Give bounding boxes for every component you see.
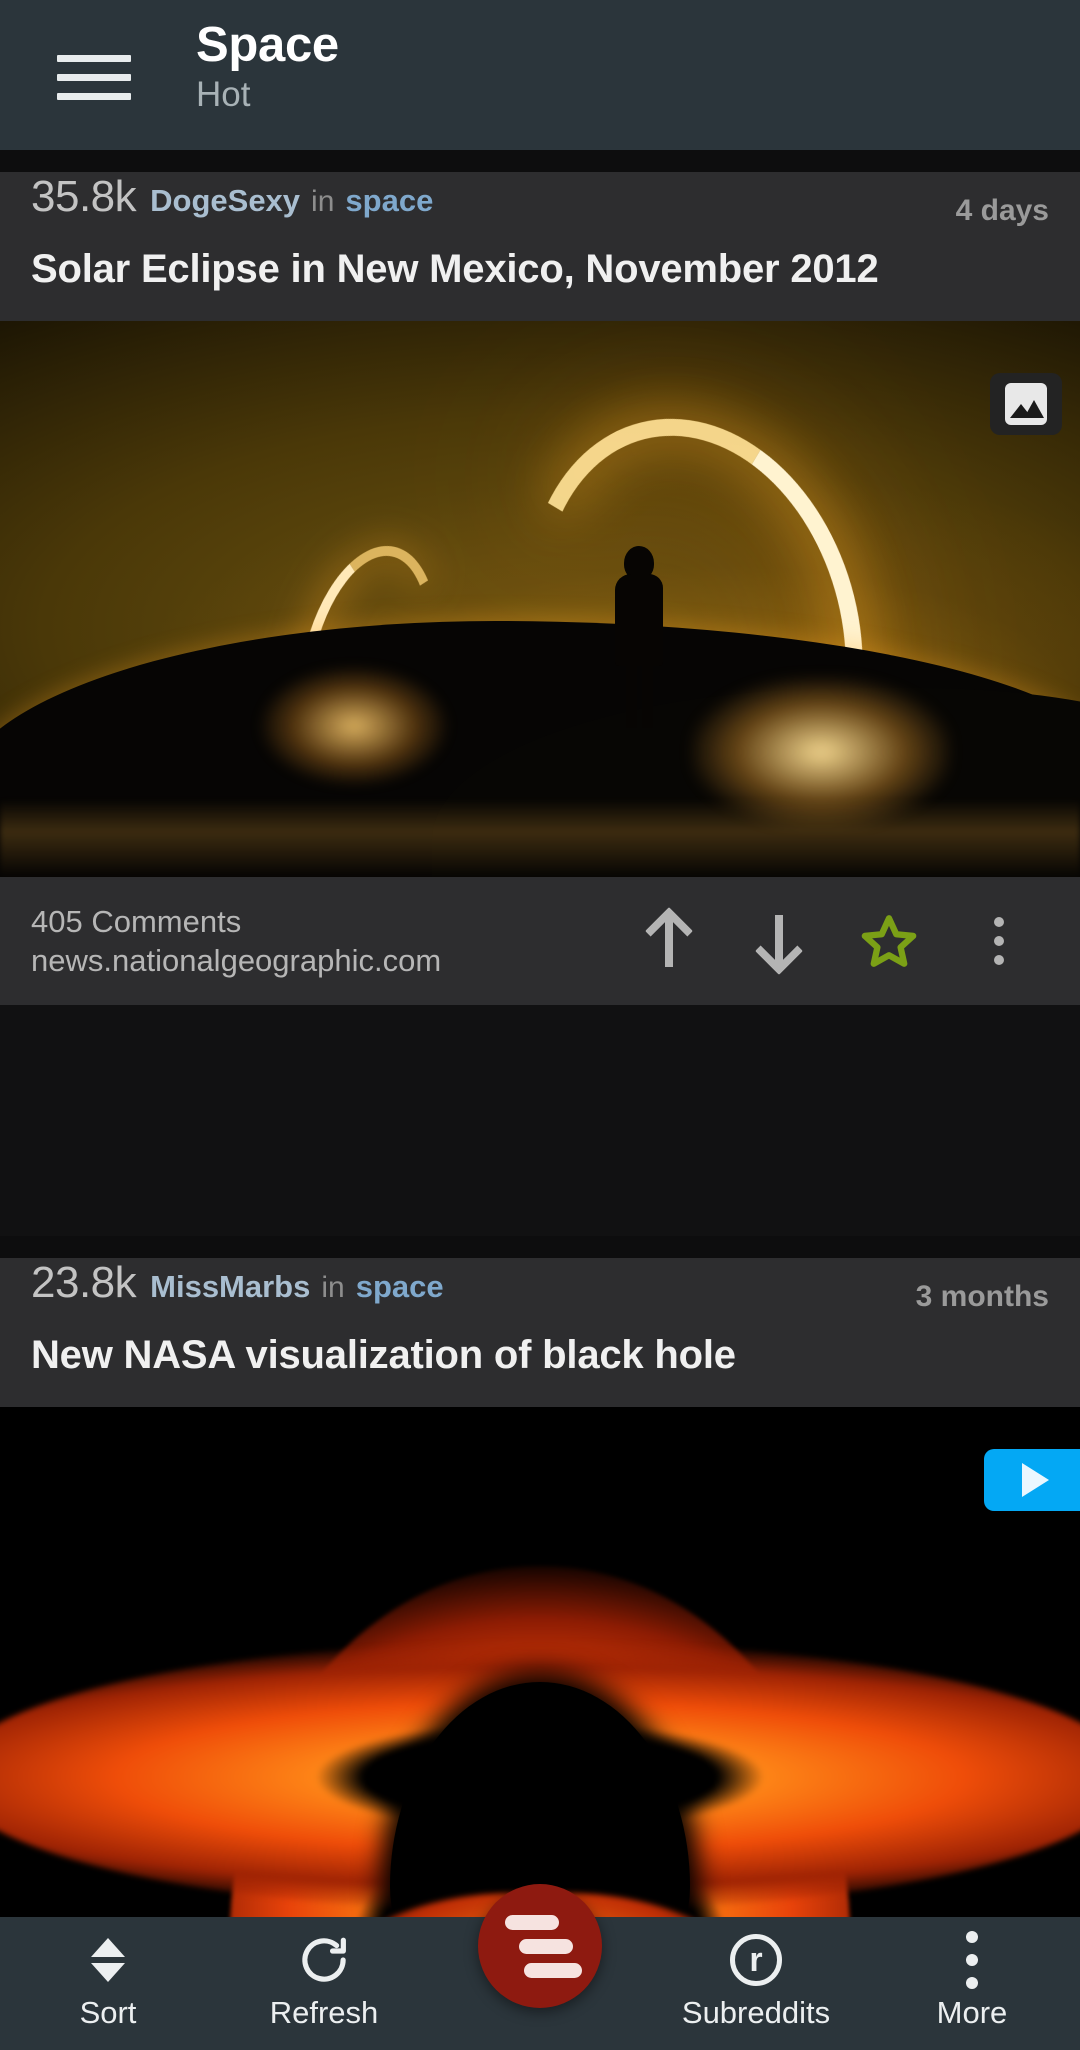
post-domain[interactable]: news.nationalgeographic.com: [31, 941, 614, 981]
nav-sort-label: Sort: [79, 1995, 137, 2030]
reddit-r-circle-icon: r: [730, 1934, 782, 1986]
upvote-arrow-icon[interactable]: [614, 886, 724, 996]
post-action-bar: 405 Comments news.nationalgeographic.com: [0, 877, 1080, 1006]
person-silhouette: [610, 546, 666, 729]
blackhole-visualization: [0, 1407, 1080, 1936]
app-screen: Space Hot 35.8k DogeSexy in space 4 days…: [0, 0, 1080, 2050]
post-age: 3 months: [915, 1280, 1049, 1313]
compose-lines-icon[interactable]: [478, 1884, 602, 2008]
post-author[interactable]: DogeSexy: [150, 183, 300, 219]
sort-mode-label: Hot: [196, 74, 251, 114]
hamburger-menu-icon[interactable]: [57, 55, 131, 100]
post-meta: 35.8k DogeSexy in space 4 days: [0, 172, 1080, 234]
page-title: Space: [196, 18, 339, 72]
rimlit-grass: [0, 799, 1080, 878]
nav-sort[interactable]: Sort: [0, 1917, 216, 2031]
post-in-word: in: [321, 1271, 345, 1304]
horizon-glow-left: [259, 665, 450, 786]
post-card[interactable]: 23.8k MissMarbs in space 3 months New NA…: [0, 1258, 1080, 1936]
sort-updown-icon: [91, 1934, 125, 1986]
post-subreddit[interactable]: space: [345, 183, 433, 219]
star-icon[interactable]: [834, 886, 944, 996]
post-title[interactable]: Solar Eclipse in New Mexico, November 20…: [0, 234, 1080, 321]
refresh-circular-arrow-icon: [297, 1934, 351, 1986]
post-divider: [0, 1236, 1080, 1258]
app-header: Space Hot: [0, 0, 1080, 150]
image-badge-icon[interactable]: [990, 373, 1062, 436]
video-play-badge-icon[interactable]: [984, 1449, 1080, 1512]
post-action-buttons: [614, 886, 1080, 996]
kebab-menu-icon[interactable]: [944, 886, 1054, 996]
nav-subreddits[interactable]: r Subreddits: [648, 1917, 864, 2031]
post-meta: 23.8k MissMarbs in space 3 months: [0, 1258, 1080, 1320]
nav-more[interactable]: More: [864, 1917, 1080, 2031]
post-info[interactable]: 405 Comments news.nationalgeographic.com: [0, 902, 614, 981]
post-in-word: in: [311, 185, 335, 218]
post-card[interactable]: 35.8k DogeSexy in space 4 days Solar Ecl…: [0, 172, 1080, 1006]
comments-count[interactable]: 405 Comments: [31, 902, 614, 942]
header-divider: [0, 150, 1080, 172]
nav-more-label: More: [936, 1995, 1008, 2030]
eclipse-photo: [0, 321, 1080, 878]
post-score: 23.8k: [31, 1258, 137, 1307]
nav-subreddits-label: Subreddits: [681, 1995, 831, 2030]
kebab-menu-icon: [966, 1931, 978, 1989]
header-titles: Space Hot: [196, 18, 339, 114]
post-subreddit[interactable]: space: [356, 1269, 444, 1305]
post-media-video[interactable]: [0, 1407, 1080, 1936]
nav-refresh[interactable]: Refresh: [216, 1917, 432, 2031]
post-title[interactable]: New NASA visualization of black hole: [0, 1320, 1080, 1407]
post-score: 35.8k: [31, 172, 137, 221]
post-age: 4 days: [955, 194, 1049, 227]
nav-refresh-label: Refresh: [269, 1995, 379, 2030]
post-author[interactable]: MissMarbs: [150, 1269, 310, 1305]
post-media-image[interactable]: [0, 321, 1080, 878]
downvote-arrow-icon[interactable]: [724, 886, 834, 996]
